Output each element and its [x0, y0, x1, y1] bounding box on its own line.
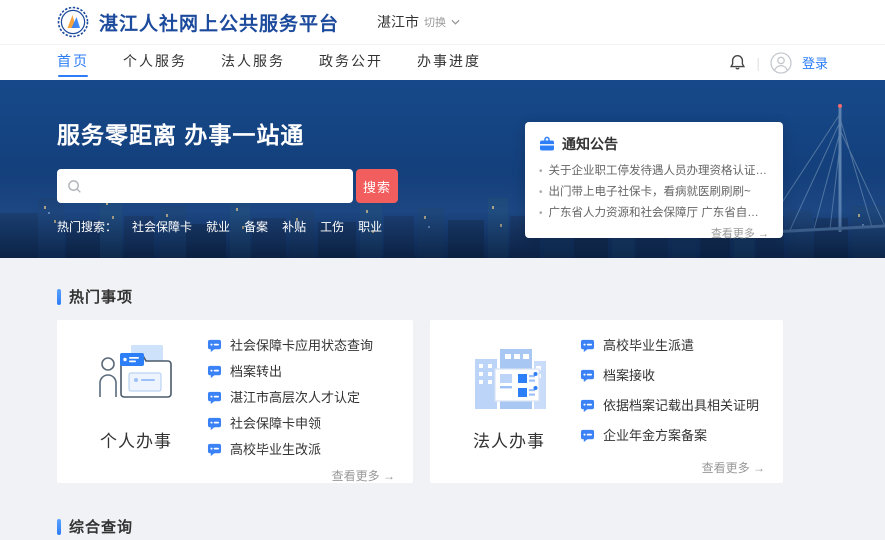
person-files-illustration	[95, 335, 177, 419]
nav-item[interactable]: 法人服务	[221, 45, 285, 80]
message-icon	[580, 429, 595, 443]
personal-card-left: 个人办事	[77, 335, 195, 473]
service-link[interactable]: 档案接收	[580, 367, 765, 384]
hot-search-tag[interactable]: 工伤	[320, 218, 344, 235]
hot-search-tag[interactable]: 备案	[244, 218, 268, 235]
service-link-label: 企业年金方案备案	[603, 427, 707, 444]
service-link-label: 高校毕业生派遣	[603, 337, 694, 354]
announcement-icon	[539, 136, 555, 152]
nav-items: 首页 个人服务 法人服务 政务公开 办事进度	[57, 45, 481, 80]
service-link[interactable]: 高校毕业生派遣	[580, 337, 765, 354]
hot-items-title: 热门事项	[69, 286, 133, 307]
query-title: 综合查询	[69, 516, 133, 537]
service-link-label: 社会保障卡申领	[230, 415, 321, 432]
corporate-view-more-link[interactable]: 查看更多 →	[580, 459, 765, 476]
personal-view-more-link[interactable]: 查看更多 →	[207, 467, 395, 484]
search-icon	[67, 179, 82, 194]
nav-item[interactable]: 办事进度	[417, 45, 481, 80]
service-link-label: 档案转出	[230, 363, 282, 380]
service-link-label: 湛江市高层次人才认定	[230, 389, 360, 406]
message-icon	[580, 399, 595, 413]
switch-city-label: 切换	[424, 14, 446, 30]
buildings-illustration	[468, 335, 550, 419]
hot-items-section-header: 热门事项	[57, 286, 783, 307]
notice-view-more-link[interactable]: 查看更多 →	[539, 225, 769, 241]
corporate-card-category: 法人办事	[473, 427, 545, 452]
city-switcher[interactable]: 湛江市 切换	[377, 12, 460, 32]
current-city: 湛江市	[377, 12, 419, 32]
hot-search-row: 热门搜索： 社会保障卡就业备案补贴工伤职业	[57, 218, 398, 235]
user-avatar-icon[interactable]	[770, 52, 792, 74]
message-icon	[207, 443, 222, 457]
login-button[interactable]: 登录	[802, 53, 828, 72]
nav-right: | 登录	[729, 52, 828, 74]
banner-content: 服务零距离 办事一站通 搜索 热门搜索： 社会保障卡就业备案补贴工伤职业	[57, 80, 398, 235]
service-link[interactable]: 社会保障卡申领	[207, 415, 395, 432]
service-link[interactable]: 社会保障卡应用状态查询	[207, 337, 395, 354]
query-section-header: 综合查询	[57, 516, 783, 537]
service-link[interactable]: 企业年金方案备案	[580, 427, 765, 444]
service-link[interactable]: 湛江市高层次人才认定	[207, 389, 395, 406]
search-row: 搜索	[57, 169, 398, 203]
main-nav: 首页 个人服务 法人服务 政务公开 办事进度 | 登录	[0, 45, 885, 80]
main-content: 热门事项	[0, 258, 885, 537]
message-icon	[580, 369, 595, 383]
service-link[interactable]: 档案转出	[207, 363, 395, 380]
corporate-card-links: 高校毕业生派遣 档案接收	[568, 335, 765, 473]
site-logo-icon	[57, 6, 89, 38]
service-link-label: 社会保障卡应用状态查询	[230, 337, 373, 354]
service-cards-row: 个人办事 社会保障卡应用状态查询	[57, 320, 783, 483]
notice-panel: 通知公告 关于企业职工停发待遇人员办理资格认证的通知出门带上电子社保卡，看病就医…	[525, 122, 783, 238]
message-icon	[580, 339, 595, 353]
bell-icon[interactable]	[729, 54, 746, 71]
corporate-links-list: 高校毕业生派遣 档案接收	[580, 337, 765, 457]
hot-search-tag[interactable]: 职业	[358, 218, 382, 235]
service-link-label: 高校毕业生改派	[230, 441, 321, 458]
search-box	[57, 169, 353, 203]
page-title: 湛江人社网上公共服务平台	[99, 9, 339, 36]
nav-item[interactable]: 政务公开	[319, 45, 383, 80]
personal-services-card: 个人办事 社会保障卡应用状态查询	[57, 320, 413, 483]
banner-headline: 服务零距离 办事一站通	[57, 116, 398, 150]
service-link-label: 档案接收	[603, 367, 655, 384]
message-icon	[207, 339, 222, 353]
nav-item[interactable]: 首页	[57, 45, 89, 80]
message-icon	[207, 391, 222, 405]
section-marker	[57, 289, 61, 305]
notice-item[interactable]: 广东省人力资源和社会保障厅 广东省自然资源厅 关于印...	[539, 203, 769, 224]
hot-search-label: 热门搜索：	[57, 218, 117, 235]
personal-links-list: 社会保障卡应用状态查询 档案转出	[207, 337, 395, 467]
hero-banner: 服务零距离 办事一站通 搜索 热门搜索： 社会保障卡就业备案补贴工伤职业 通知公	[0, 80, 885, 258]
hot-search-tag[interactable]: 社会保障卡	[132, 218, 192, 235]
nav-item[interactable]: 个人服务	[123, 45, 187, 80]
corporate-card-left: 法人办事	[450, 335, 568, 473]
section-marker	[57, 519, 61, 535]
hot-search-tags: 社会保障卡就业备案补贴工伤职业	[132, 218, 382, 235]
search-button[interactable]: 搜索	[356, 169, 398, 203]
message-icon	[207, 417, 222, 431]
corporate-services-card: 法人办事 高校毕业生派遣	[430, 320, 783, 483]
service-link-label: 依据档案记载出具相关证明	[603, 397, 759, 414]
notice-item[interactable]: 出门带上电子社保卡，看病就医刷刷刷~	[539, 182, 769, 203]
app-header: 湛江人社网上公共服务平台 湛江市 切换	[0, 0, 885, 45]
service-link[interactable]: 依据档案记载出具相关证明	[580, 397, 765, 414]
personal-card-category: 个人办事	[100, 427, 172, 452]
notice-header: 通知公告	[539, 134, 769, 154]
search-input[interactable]	[89, 178, 343, 195]
notice-title: 通知公告	[562, 134, 618, 154]
hot-search-tag[interactable]: 就业	[206, 218, 230, 235]
personal-card-links: 社会保障卡应用状态查询 档案转出	[195, 335, 395, 473]
message-icon	[207, 365, 222, 379]
notice-item[interactable]: 关于企业职工停发待遇人员办理资格认证的通知	[539, 161, 769, 182]
chevron-down-icon	[451, 19, 460, 25]
notice-list: 关于企业职工停发待遇人员办理资格认证的通知出门带上电子社保卡，看病就医刷刷刷~广…	[539, 161, 769, 224]
hot-search-tag[interactable]: 补贴	[282, 218, 306, 235]
divider: |	[756, 55, 760, 71]
service-link[interactable]: 高校毕业生改派	[207, 441, 395, 458]
